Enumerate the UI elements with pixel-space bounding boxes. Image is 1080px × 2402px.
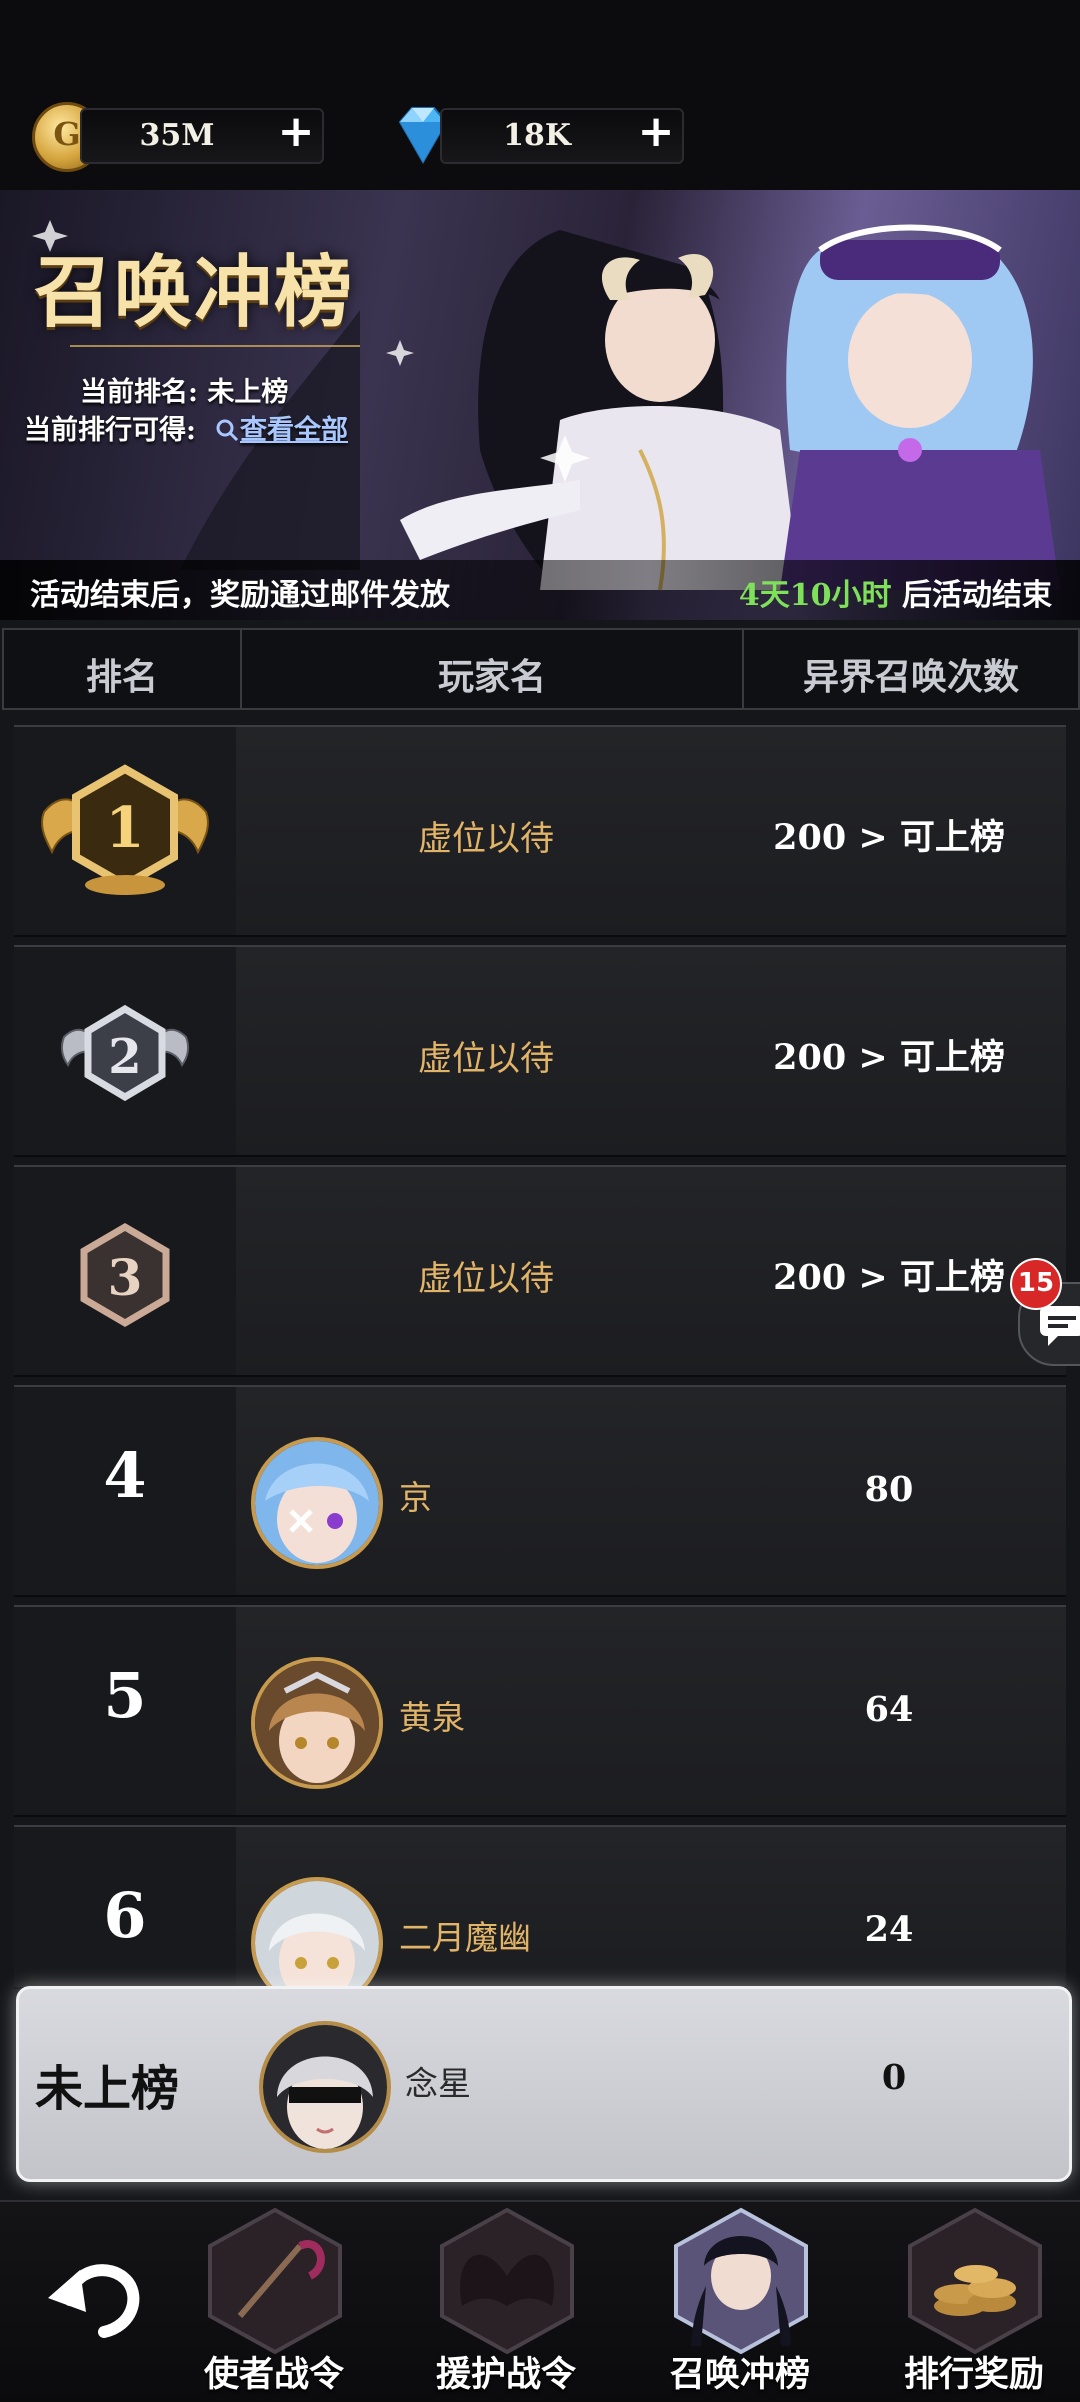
- summon-count: 80: [864, 1469, 914, 1510]
- my-name: 念星: [405, 2064, 471, 2103]
- summon-count: 200 > 可上榜: [773, 817, 1005, 858]
- countdown-suffix: 后活动结束: [891, 578, 1052, 613]
- summon-portrait-icon: [674, 2207, 808, 2355]
- reward-notice: 活动结束后，奖励通过邮件发放: [30, 578, 450, 613]
- player-name: 虚位以待: [418, 1039, 554, 1079]
- gold-counter: 35M +: [80, 108, 324, 164]
- ranking-row[interactable]: 3 虚位以待 200 > 可上榜: [14, 1165, 1066, 1377]
- gold-amount: 35M: [139, 118, 215, 153]
- nav-label: 召唤冲榜: [669, 2354, 810, 2395]
- ranking-row[interactable]: 1 虚位以待 200 > 可上榜: [14, 725, 1066, 937]
- player-name: 虚位以待: [418, 819, 554, 859]
- summon-count: 200 > 可上榜: [773, 1037, 1005, 1078]
- player-avatar[interactable]: [251, 1877, 383, 1987]
- countdown-time: 4天10小时: [738, 578, 892, 613]
- rank-1-gold-badge-icon: 1: [41, 764, 209, 895]
- my-ranking-row[interactable]: 未上榜 念星 0: [16, 1986, 1072, 2182]
- my-avatar[interactable]: [259, 2021, 391, 2153]
- summon-count: 64: [864, 1689, 914, 1730]
- header-summon-count: 异界召唤次数: [802, 656, 1019, 698]
- rank-badge-number: 1: [106, 795, 145, 861]
- my-summon-count: 0: [881, 2057, 907, 2098]
- summon-count: 24: [864, 1909, 914, 1950]
- nav-ranking-rewards[interactable]: 排行奖励: [890, 2206, 1058, 2396]
- rank-badge-number: 3: [108, 1248, 143, 1307]
- ranking-table-header: 排名 玩家名 异界召唤次数: [2, 628, 1080, 710]
- view-all-link[interactable]: 查看全部: [214, 408, 348, 447]
- event-title: 召唤冲榜: [34, 247, 355, 338]
- rank-2-silver-badge-icon: 2: [60, 1004, 190, 1102]
- header-player: 玩家名: [437, 656, 546, 698]
- unread-badge: 15: [1010, 1258, 1062, 1310]
- nav-envoy-pass[interactable]: 使者战令: [190, 2206, 358, 2396]
- add-gold-button[interactable]: +: [274, 110, 318, 156]
- diamond-amount: 18K: [503, 118, 571, 153]
- event-banner: 召唤冲榜 当前排名: 未上榜 当前排行可得: 查看全部 活动结束后，奖励通过邮件…: [0, 190, 1080, 620]
- wings-icon: [440, 2207, 574, 2355]
- ranking-row[interactable]: 2 虚位以待 200 > 可上榜: [14, 945, 1066, 1157]
- player-name: 黄泉: [399, 1698, 465, 1737]
- header-rank: 排名: [85, 656, 158, 698]
- countdown: 4天10小时 后活动结束: [739, 570, 1052, 614]
- rank-badge-number: 2: [108, 1029, 141, 1085]
- player-avatar[interactable]: [251, 1657, 383, 1789]
- back-arrow-icon[interactable]: [40, 2240, 150, 2350]
- scythe-icon: [208, 2207, 342, 2355]
- nav-label: 使者战令: [203, 2354, 344, 2395]
- ranking-row[interactable]: 5 黄泉 64: [14, 1605, 1066, 1817]
- add-diamond-button[interactable]: +: [634, 110, 678, 156]
- nav-support-pass[interactable]: 援护战令: [422, 2206, 590, 2396]
- player-name: 虚位以待: [418, 1259, 554, 1299]
- view-all-label: 查看全部: [240, 415, 348, 446]
- diamond-counter: 18K +: [440, 108, 684, 164]
- nav-summon-ranking[interactable]: 召唤冲榜: [656, 2206, 824, 2396]
- reward-label: 当前排行可得:: [24, 415, 196, 446]
- ranking-row[interactable]: 6 二月魔幽 24: [14, 1825, 1066, 1989]
- my-rank: 未上榜: [35, 2061, 180, 2117]
- player-name: 京: [399, 1478, 432, 1517]
- ranking-row[interactable]: 4 京 80: [14, 1385, 1066, 1597]
- nav-label: 援护战令: [435, 2354, 576, 2395]
- player-name: 二月魔幽: [399, 1918, 531, 1957]
- current-rank-text: 当前排名: 未上榜: [80, 377, 289, 408]
- search-icon: [216, 419, 239, 442]
- player-avatar[interactable]: [251, 1437, 383, 1569]
- rank-3-bronze-badge-icon: 3: [80, 1222, 170, 1328]
- rank-number: 5: [103, 1659, 147, 1732]
- rank-number: 4: [103, 1439, 147, 1512]
- coins-pile-icon: [908, 2207, 1042, 2355]
- rank-number: 6: [103, 1879, 147, 1952]
- nav-label: 排行奖励: [903, 2354, 1044, 2395]
